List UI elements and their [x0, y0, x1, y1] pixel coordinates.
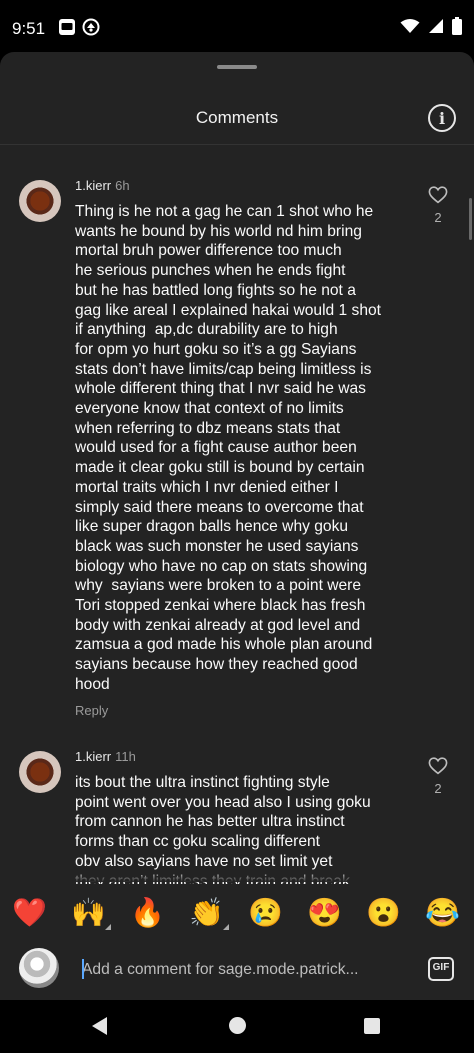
comment-meta: 1.kierr 6h [75, 178, 130, 193]
comment-username[interactable]: 1.kierr [75, 749, 111, 764]
like-button[interactable]: 2 [426, 757, 450, 796]
comment-text-line: sayians because how they reached good [75, 656, 358, 674]
comment-text-line: whole different thing that I nvr said he… [75, 380, 366, 398]
info-icon: i [438, 109, 446, 128]
comment-text-line: wants he bound by his world nd him bring [75, 222, 362, 240]
recents-icon[interactable] [364, 1018, 380, 1034]
comment-username[interactable]: 1.kierr [75, 178, 111, 193]
comment-text-line: obv also sayians have no set limit yet [75, 852, 333, 870]
heart-outline-icon [428, 186, 448, 204]
heart-emoji[interactable]: ❤️ [12, 896, 47, 930]
skin-tone-indicator [223, 924, 229, 930]
heart-eyes-emoji[interactable]: 😍 [307, 896, 342, 930]
comment-text-line: mortal bruh power difference too much [75, 242, 342, 260]
comment-text-line: stats don’t have limits/cap being limitl… [75, 360, 372, 378]
comment-text-line: biology who have no cap on stats showing [75, 557, 368, 575]
comment-text-line: gag like areal I explained hakai would 1… [75, 301, 382, 319]
comment-text-line: Tori stopped zenkai where black has fres… [75, 597, 366, 615]
gif-button[interactable]: GIF [428, 957, 454, 981]
comment-text-line: body with zenkai already at god level an… [75, 616, 361, 634]
avatar[interactable] [19, 180, 61, 222]
ad-notification-icon [59, 19, 75, 35]
raising-hands-emoji[interactable]: 🙌 [71, 896, 106, 930]
comment-text-line: zamsua a god made his whole plan around [75, 636, 373, 654]
comment-text-line: if anything ap,dc durability are to high [75, 321, 338, 339]
status-time: 9:51 [12, 19, 46, 38]
my-avatar [19, 948, 59, 988]
comment-text: Thing is he not a gag he can 1 shot who … [75, 202, 420, 695]
reply-button[interactable]: Reply [75, 703, 108, 718]
comment-text-line: he serious punches when he ends fight [75, 262, 346, 280]
back-icon[interactable] [92, 1017, 107, 1035]
clapping-emoji[interactable]: 👏 [189, 896, 224, 930]
comment-text-line: would used for a fight cause author been [75, 439, 357, 457]
battery-icon [452, 17, 462, 35]
comments-sheet: Comments i 1.kierr 6h Thing is he not a g… [0, 52, 474, 1000]
avatar[interactable] [19, 751, 61, 793]
comment-text-line: black was such monster he used sayians [75, 537, 359, 555]
comment-composer: GIF [0, 944, 474, 1000]
comment-text-line: mortal traits which I nvr denied either … [75, 478, 339, 496]
like-count: 2 [434, 781, 442, 796]
list-fade [0, 870, 474, 882]
surprised-emoji[interactable]: 😮 [366, 896, 401, 930]
gif-label: GIF [432, 962, 450, 973]
comment-text-line: Thing is he not a gag he can 1 shot who … [75, 203, 374, 220]
comment-text-line: when referring to dbz means stats that [75, 419, 341, 437]
comment-text-line: forms than cc goku scaling different [75, 833, 321, 851]
heart-outline-icon [428, 757, 448, 775]
comment-time: 6h [115, 178, 130, 193]
comment-text-line: everyone know that context of no limits [75, 400, 344, 418]
comment-text-line: from cannon he has better ultra instinct [75, 813, 345, 831]
system-nav-bar [0, 1000, 474, 1053]
comment-text-line: simply said there means to overcome that [75, 498, 364, 516]
comment-text-line: like super dragon balls hence why goku [75, 518, 349, 536]
info-button[interactable]: i [428, 104, 456, 132]
comment-meta: 1.kierr 11h [75, 749, 136, 764]
like-count: 2 [434, 210, 442, 225]
text-cursor [82, 959, 84, 979]
sheet-header: Comments i [0, 92, 474, 142]
comment-time: 11h [115, 749, 136, 764]
emoji-reaction-bar: ❤️ 🙌 🔥 👏 😢 😍 😮 😂 [0, 884, 474, 944]
comment-text-line: but he has battled long fights so he not… [75, 281, 356, 299]
drag-handle[interactable] [217, 65, 257, 69]
comment-text-line: hood [75, 675, 110, 693]
scrollbar[interactable] [469, 198, 472, 240]
app-notification-icon [82, 18, 100, 36]
skin-tone-indicator [105, 924, 111, 930]
like-button[interactable]: 2 [426, 186, 450, 225]
laughing-emoji[interactable]: 😂 [425, 896, 460, 930]
crying-emoji[interactable]: 😢 [248, 896, 283, 930]
header-divider [0, 144, 474, 145]
status-bar: 9:51 [0, 0, 474, 56]
comment-text-line: its bout the ultra instinct fighting sty… [75, 774, 330, 791]
comment-text-line: made it clear goku still is bound by cer… [75, 459, 365, 477]
comment-input[interactable] [82, 959, 402, 981]
comment-text-line: point went over you head also I using go… [75, 793, 371, 811]
comment-text-line: for opm yo hurt goku so it’s a gg Sayian… [75, 340, 357, 358]
comment-text-line: why sayians were broken to a point were [75, 577, 362, 595]
home-icon[interactable] [229, 1017, 246, 1034]
wifi-icon [400, 19, 420, 33]
fire-emoji[interactable]: 🔥 [130, 896, 165, 930]
sheet-title: Comments [195, 108, 279, 127]
signal-icon [429, 19, 443, 33]
